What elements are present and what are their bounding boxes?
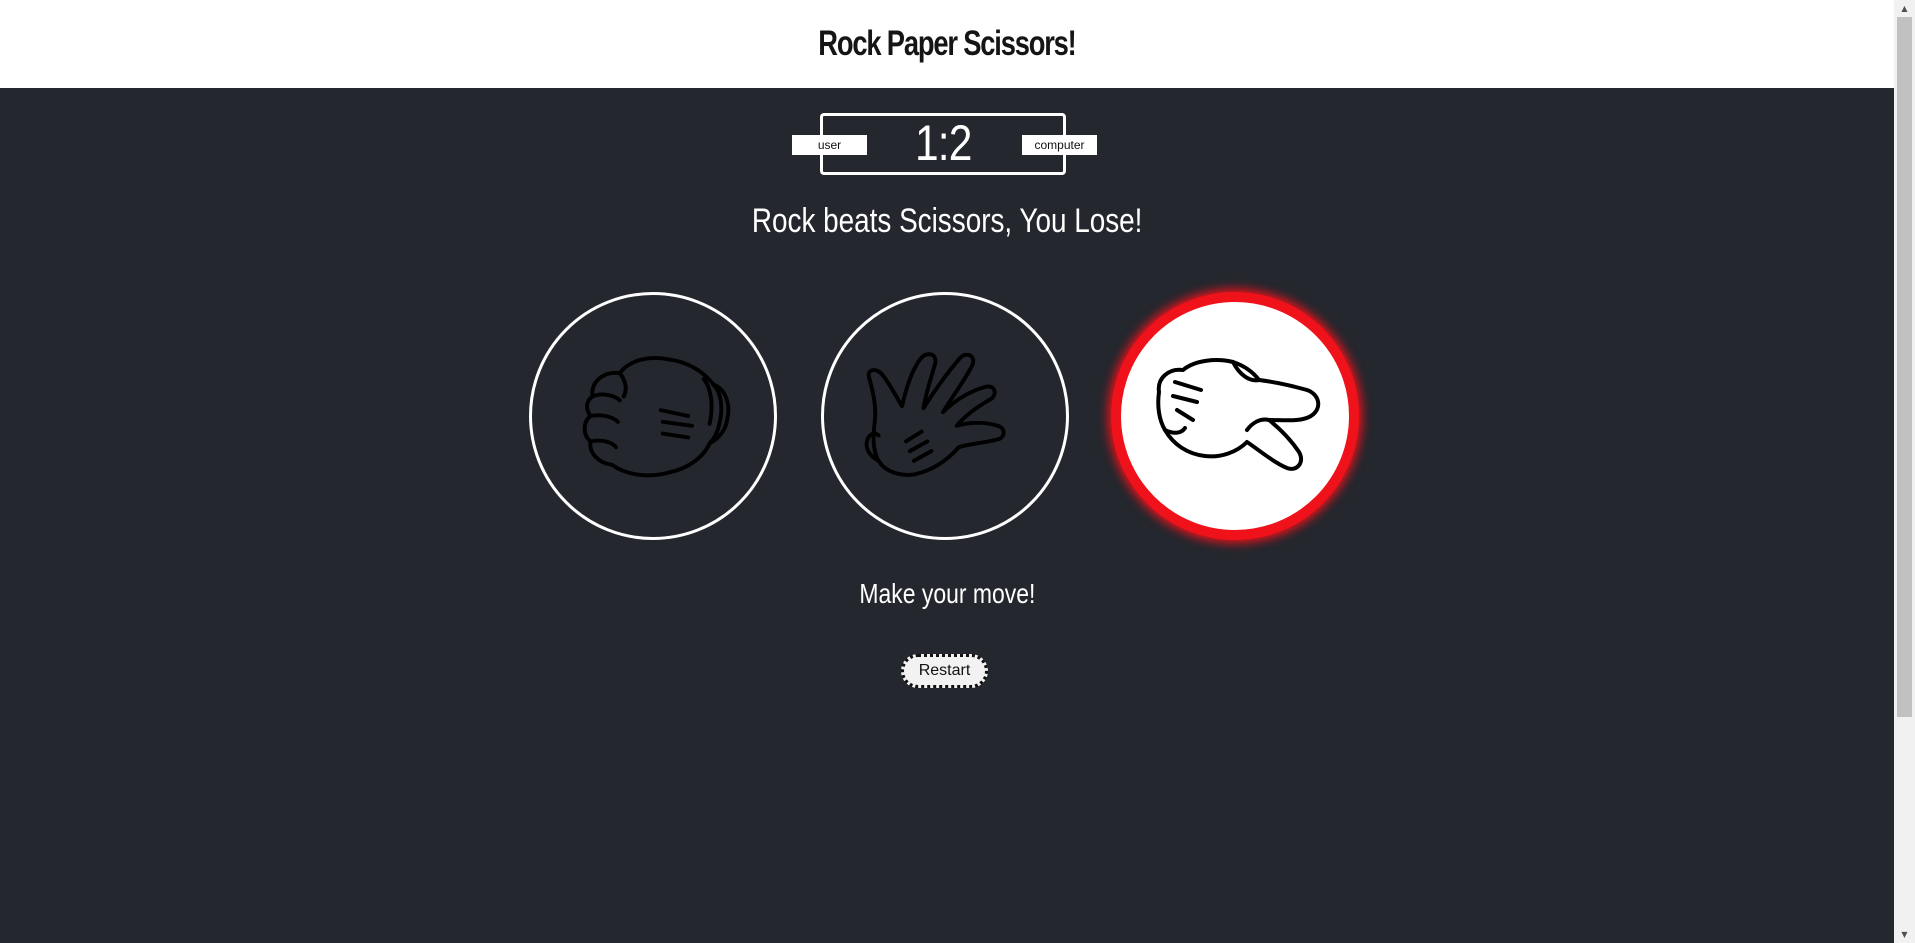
- rock-hand-icon: [582, 356, 731, 478]
- result-text: Rock beats Scissors, You Lose!: [751, 202, 1143, 240]
- score-display: 1:2: [914, 115, 972, 171]
- page-title: Rock Paper Scissors!: [818, 24, 1076, 63]
- move-prompt-text: Make your move!: [858, 578, 1036, 609]
- game-area: 1:2 user computer Rock beats Scissors, Y…: [0, 88, 1894, 943]
- vertical-scrollbar[interactable]: ▲ ▼: [1894, 0, 1915, 943]
- rock-choice[interactable]: [529, 292, 777, 540]
- paper-choice[interactable]: [821, 292, 1069, 540]
- scroll-down-icon[interactable]: ▼: [1894, 926, 1915, 943]
- scissors-hand-icon: [1156, 358, 1321, 471]
- user-label: user: [792, 135, 867, 155]
- scroll-up-icon[interactable]: ▲: [1894, 0, 1915, 17]
- scroll-thumb[interactable]: [1897, 17, 1912, 717]
- computer-label: computer: [1022, 135, 1097, 155]
- scissors-choice[interactable]: [1111, 292, 1359, 540]
- page: Rock Paper Scissors! 1:2 user computer R…: [0, 0, 1915, 943]
- restart-button[interactable]: Restart: [901, 654, 988, 688]
- move-prompt: Make your move!: [0, 578, 1894, 610]
- paper-hand-icon: [864, 352, 1006, 477]
- result-message: Rock beats Scissors, You Lose!: [0, 202, 1894, 241]
- header-bar: Rock Paper Scissors!: [0, 0, 1894, 88]
